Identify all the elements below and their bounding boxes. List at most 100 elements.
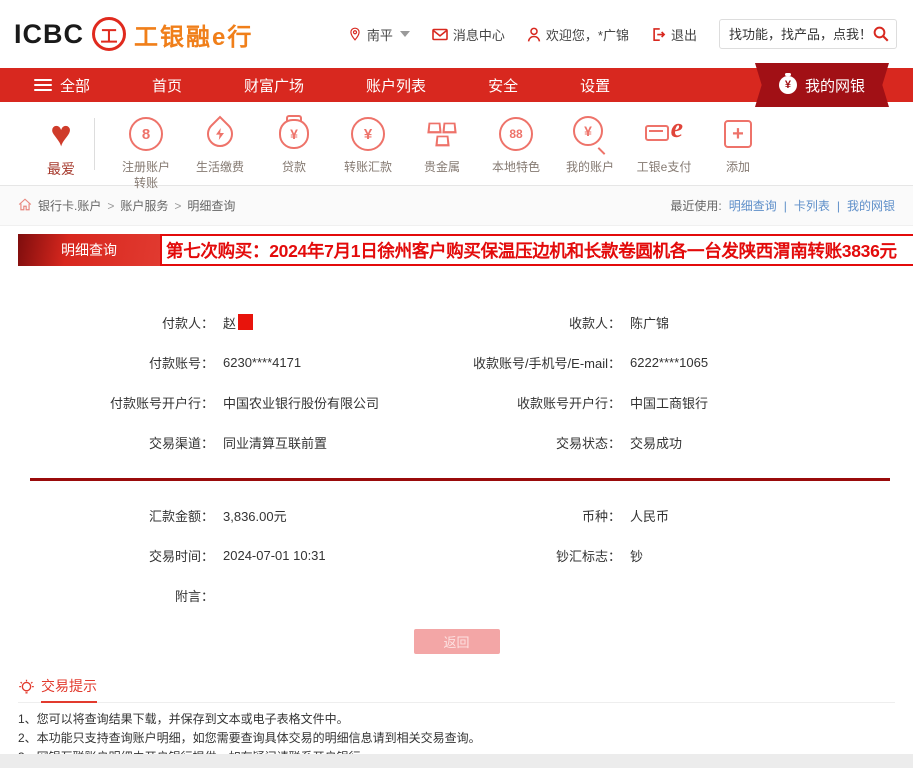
recent-used: 最近使用: 明细查询 | 卡列表 | 我的网银 — [670, 197, 895, 214]
breadcrumb-separator: > — [107, 198, 115, 213]
detail-row-time-cashflag: 交易时间： 2024-07-01 10:31 钞汇标志： 钞 — [0, 535, 913, 575]
quicklink-label: 贵金属 — [423, 160, 460, 174]
precious-metal-icon — [424, 114, 460, 154]
payer-value: 赵 — [223, 315, 237, 331]
nav-settings-label: 设置 — [580, 77, 611, 95]
bulb-icon — [18, 679, 35, 702]
time-label: 交易时间： — [148, 548, 214, 564]
detail-row-memo: 附言： — [0, 575, 913, 615]
nav-home-label: 首页 — [152, 77, 183, 95]
quicklink-label: 本地特色 — [491, 160, 540, 174]
quicklink-register-transfer[interactable]: 8 注册账户转账 — [109, 114, 183, 191]
tip-item: 3、网银互联账户明细由开户银行提供，如有疑问请联系开户银行。 — [18, 748, 895, 754]
quicklink-my-account[interactable]: ¥ 我的账户 — [553, 114, 627, 176]
header-actions: 南平 消息中心 欢迎您，*广锦 退出 — [348, 19, 897, 49]
payee-account-value: 6222****1065 — [630, 354, 709, 370]
currency-label: 币种： — [581, 508, 621, 524]
heart-icon: ♥ — [50, 113, 72, 154]
tips-header: 交易提示 — [18, 676, 895, 703]
breadcrumb-item-bankcard[interactable]: 银行卡.账户 — [38, 197, 101, 214]
add-icon: + — [724, 114, 752, 154]
favorites-label: 最爱 — [47, 161, 75, 177]
channel-label: 交易渠道： — [148, 435, 214, 451]
quicklink-add[interactable]: + 添加 — [701, 114, 775, 176]
quicklink-utility-payment[interactable]: 生活缴费 — [183, 114, 257, 176]
main-nav: 全部 首页 财富广场 账户列表 安全 设置 ¥ 我的网银 — [0, 63, 913, 107]
divider — [94, 118, 95, 170]
icbc-logo[interactable]: ICBC 工 工银融e行 — [14, 17, 253, 52]
register-transfer-icon: 8 — [129, 114, 163, 154]
location-selector[interactable]: 南平 — [348, 25, 410, 44]
quicklink-loan[interactable]: ¥ 贷款 — [257, 114, 331, 176]
moneybag-icon: ¥ — [778, 73, 797, 94]
breadcrumb-row: 银行卡.账户 > 账户服务 > 明细查询 最近使用: 明细查询 | 卡列表 | … — [0, 186, 913, 226]
quicklink-label: 注册账户转账 — [121, 160, 170, 190]
section-title-row: 明细查询 第七次购买：2024年7月1日徐州客户购买保温压边机和长款卷圆机各一台… — [18, 234, 913, 266]
memo-label: 附言： — [174, 588, 214, 604]
search-box — [719, 19, 897, 49]
payee-label: 收款人： — [568, 315, 621, 331]
quick-link-bar: ♥ 最爱 8 注册账户转账 生活缴费 ¥ 贷款 ¥ 转账汇款 贵金属 88 本地… — [0, 102, 913, 190]
detail-row-accounts: 付款账号： 6230****4171 收款账号/手机号/E-mail： 6222… — [0, 342, 913, 382]
payer-bank-label: 付款账号开户行： — [109, 395, 214, 411]
quicklink-local-feature[interactable]: 88 本地特色 — [479, 114, 553, 176]
quicklink-label: 我的账户 — [565, 160, 614, 174]
logout-button[interactable]: 退出 — [651, 25, 697, 44]
redaction-box — [238, 314, 254, 330]
logout-label: 退出 — [670, 27, 697, 43]
my-ebank-tab[interactable]: ¥ 我的网银 — [754, 63, 889, 107]
amount-value: 3,836.00元 — [223, 508, 287, 524]
page: ICBC 工 工银融e行 南平 消息中心 欢迎您，*广锦 退出 找功能，找产品，… — [0, 0, 913, 754]
payee-bank-label: 收款账号开户行： — [516, 395, 621, 411]
nav-wealth-label: 财富广场 — [244, 77, 305, 95]
quicklink-epay[interactable]: e 工银e支付 — [627, 114, 701, 176]
message-center-link[interactable]: 消息中心 — [432, 25, 505, 44]
location-label: 南平 — [366, 27, 393, 43]
transaction-tips: 交易提示 1、您可以将查询结果下载，并保存到文本或电子表格文件中。 2、本功能只… — [0, 676, 913, 754]
quicklink-precious-metal[interactable]: 贵金属 — [405, 114, 479, 176]
home-icon[interactable] — [18, 197, 32, 214]
quicklink-favorites[interactable]: ♥ 最爱 — [30, 114, 92, 178]
search-input[interactable] — [719, 19, 897, 49]
logout-icon — [651, 27, 666, 42]
breadcrumb-item-detail-query: 明细查询 — [187, 199, 236, 213]
user-icon — [527, 27, 541, 42]
quicklink-transfer-remit[interactable]: ¥ 转账汇款 — [331, 114, 405, 176]
nav-security-label: 安全 — [488, 77, 519, 95]
quicklink-label: 添加 — [725, 160, 750, 174]
search-icon[interactable] — [872, 25, 890, 48]
location-pin-icon — [348, 26, 362, 42]
nav-item-all[interactable]: 全部 — [34, 75, 90, 96]
payee-bank-value: 中国工商银行 — [630, 395, 709, 411]
detail-row-banks: 付款账号开户行： 中国农业银行股份有限公司 收款账号开户行： 中国工商银行 — [0, 382, 913, 422]
payer-label: 付款人： — [161, 315, 214, 331]
local-feature-icon: 88 — [499, 114, 533, 154]
recent-link-detail-query[interactable]: 明细查询 — [729, 197, 777, 214]
detail-row-names: 付款人： 赵 收款人： 陈广锦 — [0, 302, 913, 342]
back-button[interactable]: 返回 — [413, 629, 500, 654]
quicklink-label: 转账汇款 — [343, 160, 392, 174]
nav-all-label: 全部 — [60, 77, 91, 95]
recent-separator: | — [836, 198, 840, 213]
top-header: ICBC 工 工银融e行 南平 消息中心 欢迎您，*广锦 退出 — [0, 0, 913, 68]
message-center-label: 消息中心 — [452, 27, 505, 43]
recent-separator: | — [783, 198, 787, 213]
recent-link-my-ebank[interactable]: 我的网银 — [847, 197, 895, 214]
chevron-down-icon — [399, 31, 410, 37]
utility-payment-icon — [201, 114, 239, 154]
quicklink-label: 贷款 — [281, 160, 306, 174]
loan-icon: ¥ — [279, 114, 309, 154]
breadcrumb-item-account-services[interactable]: 账户服务 — [120, 197, 168, 214]
status-value: 交易成功 — [630, 435, 683, 451]
nav-accounts-label: 账户列表 — [366, 77, 427, 95]
recent-link-card-list[interactable]: 卡列表 — [794, 197, 830, 214]
nav-item-home[interactable]: 首页 — [152, 75, 182, 96]
nav-item-accounts[interactable]: 账户列表 — [366, 75, 426, 96]
payer-account-value: 6230****4171 — [223, 354, 302, 370]
payee-value: 陈广锦 — [630, 315, 670, 331]
welcome-user[interactable]: 欢迎您，*广锦 — [527, 25, 629, 44]
nav-item-wealth[interactable]: 财富广场 — [244, 75, 304, 96]
nav-item-settings[interactable]: 设置 — [580, 75, 610, 96]
epay-icon: e — [645, 114, 683, 154]
nav-item-security[interactable]: 安全 — [488, 75, 518, 96]
